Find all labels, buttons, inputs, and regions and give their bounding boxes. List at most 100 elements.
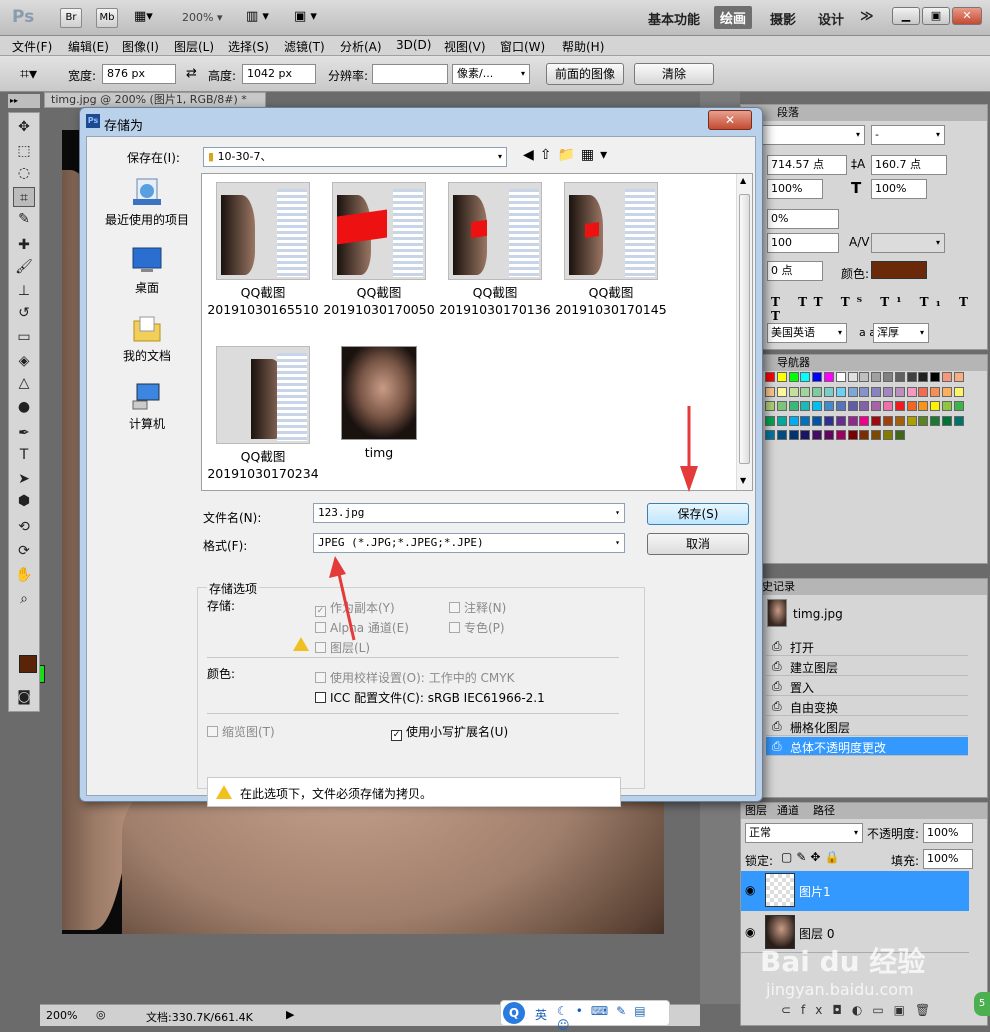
opt-proof[interactable]: 使用校样设置(O): 工作中的 CMYK xyxy=(315,669,514,686)
color-swatch[interactable] xyxy=(894,401,905,411)
color-swatch[interactable] xyxy=(894,386,905,397)
toolbox-header[interactable]: ▸▸ xyxy=(8,94,40,108)
color-swatch[interactable] xyxy=(930,386,941,397)
color-swatch[interactable] xyxy=(883,415,893,426)
antialias-select[interactable]: 浑厚 ▾ xyxy=(873,323,929,343)
healing-brush-icon[interactable]: ✚ xyxy=(13,235,35,255)
vertical-scale-input[interactable]: 100% xyxy=(767,179,823,199)
workspace-painting[interactable]: 绘画 xyxy=(714,6,753,29)
baseline-select[interactable]: ▾ xyxy=(871,233,945,253)
opt-lowercase[interactable]: ✓ 使用小写扩展名(U) xyxy=(391,723,508,741)
arrange-documents-icon[interactable]: ▥ ▾ xyxy=(246,9,269,24)
hand-tool-icon[interactable]: ✋ xyxy=(13,565,35,585)
lasso-tool-icon[interactable]: ◌ xyxy=(13,163,35,183)
color-swatch[interactable] xyxy=(812,372,823,382)
eraser-tool-icon[interactable]: ▭ xyxy=(13,327,35,347)
move-tool-icon[interactable]: ✥ xyxy=(13,117,35,137)
color-swatch[interactable] xyxy=(812,401,823,411)
color-swatch[interactable] xyxy=(835,401,846,411)
color-swatch[interactable] xyxy=(918,415,929,426)
color-swatch[interactable] xyxy=(942,386,952,397)
format-select[interactable]: JPEG (*.JPG;*.JPEG;*.JPE) ▾ xyxy=(313,533,625,553)
lock-icons[interactable]: ▢✎✥🔒 xyxy=(781,850,843,864)
resolution-unit-select[interactable]: 像素/... ▾ xyxy=(452,64,530,84)
eye-icon[interactable]: ◉ xyxy=(745,883,755,897)
color-swatch[interactable] xyxy=(894,415,905,426)
opt-layers[interactable]: 图层(L) xyxy=(315,639,370,656)
menu-view[interactable]: 视图(V) xyxy=(444,38,486,55)
fill-input[interactable]: 100% xyxy=(923,849,973,869)
horizontal-scale-input[interactable]: 100% xyxy=(871,179,927,199)
workspace-essentials[interactable]: 基本功能 xyxy=(648,9,700,28)
status-arrow-icon[interactable]: ▶ xyxy=(286,1008,294,1021)
color-swatch[interactable] xyxy=(835,430,846,440)
file-item[interactable]: QQ截图 20191030165510 xyxy=(206,182,320,318)
view-extras-icon[interactable]: ▦▾ xyxy=(134,9,164,27)
history-item[interactable]: ⎙ 自由变换 xyxy=(766,697,968,716)
color-swatch[interactable] xyxy=(906,386,917,397)
color-swatch[interactable] xyxy=(788,430,799,440)
swap-icon[interactable]: ⇄ xyxy=(186,66,197,81)
opt-as-copy[interactable]: ✓ 作为副本(Y) xyxy=(315,599,395,617)
tab-paths[interactable]: 路径 xyxy=(813,803,835,819)
clear-button[interactable]: 清除 xyxy=(634,63,714,85)
zoom-tool-icon[interactable]: ⌕ xyxy=(13,589,35,609)
color-swatch[interactable] xyxy=(871,430,882,440)
color-swatch[interactable] xyxy=(942,401,952,411)
color-swatch[interactable] xyxy=(824,401,834,411)
color-swatch[interactable] xyxy=(930,415,941,426)
color-swatch[interactable] xyxy=(871,401,882,411)
quick-mask-icon[interactable]: ◙ xyxy=(13,687,35,707)
color-swatch[interactable] xyxy=(835,372,846,382)
font-style-select[interactable]: - ▾ xyxy=(871,125,945,145)
front-image-button[interactable]: 前面的图像 xyxy=(546,63,624,85)
menu-filter[interactable]: 滤镜(T) xyxy=(284,38,325,55)
color-swatch[interactable] xyxy=(953,386,964,397)
bridge-button[interactable]: Br xyxy=(60,8,82,28)
text-color-swatch[interactable] xyxy=(871,261,927,279)
color-swatch[interactable] xyxy=(871,386,882,397)
screen-mode-icon[interactable]: ▣ ▾ xyxy=(294,9,317,24)
width-input[interactable]: 876 px xyxy=(102,64,176,84)
maximize-button[interactable]: ▣ xyxy=(922,7,950,25)
swatch-grid[interactable] xyxy=(765,372,967,460)
color-swatch[interactable] xyxy=(776,386,787,397)
corner-badge[interactable]: 5 xyxy=(974,992,990,1016)
opacity-input[interactable]: 100% xyxy=(923,823,973,843)
ime-mode[interactable]: 英 xyxy=(535,1006,547,1023)
color-swatch[interactable] xyxy=(788,415,799,426)
color-swatch[interactable] xyxy=(859,386,870,397)
color-swatch[interactable] xyxy=(788,372,799,382)
color-swatch[interactable] xyxy=(812,415,823,426)
history-item[interactable]: ⎙ 打开 xyxy=(766,637,968,656)
nav-icons[interactable]: ◀⇧📁▦▾ xyxy=(523,147,613,163)
brush-tool-icon[interactable]: 🖌 xyxy=(13,257,35,277)
mini-bridge-button[interactable]: Mb xyxy=(96,8,118,28)
color-swatch[interactable] xyxy=(824,386,834,397)
eyedropper-tool-icon[interactable]: ✎ xyxy=(13,209,35,229)
leading-input[interactable]: 160.7 点 xyxy=(871,155,947,175)
color-swatch[interactable] xyxy=(906,401,917,411)
menu-3d[interactable]: 3D(D) xyxy=(396,38,431,52)
color-swatch[interactable] xyxy=(953,415,964,426)
pen-tool-icon[interactable]: ✒ xyxy=(13,423,35,443)
color-swatch[interactable] xyxy=(847,430,858,440)
color-swatch[interactable] xyxy=(918,401,929,411)
color-swatch[interactable] xyxy=(765,415,775,426)
color-swatch[interactable] xyxy=(812,430,823,440)
opt-notes[interactable]: 注释(N) xyxy=(449,599,506,616)
file-item[interactable]: QQ截图 20191030170145 xyxy=(554,182,668,318)
crop-tool-icon[interactable]: ⌗▾ xyxy=(20,64,37,84)
color-swatch[interactable] xyxy=(812,386,823,397)
color-swatch[interactable] xyxy=(906,372,917,382)
marquee-tool-icon[interactable]: ⬚ xyxy=(13,141,35,161)
color-swatch[interactable] xyxy=(942,372,952,382)
color-swatch[interactable] xyxy=(883,372,893,382)
color-swatch[interactable] xyxy=(788,386,799,397)
opt-spot[interactable]: 专色(P) xyxy=(449,619,505,636)
workspace-photography[interactable]: 摄影 xyxy=(770,9,796,28)
menu-file[interactable]: 文件(F) xyxy=(12,38,52,55)
color-swatch[interactable] xyxy=(847,415,858,426)
color-swatch[interactable] xyxy=(906,415,917,426)
file-item[interactable]: QQ截图 20191030170136 xyxy=(438,182,552,318)
